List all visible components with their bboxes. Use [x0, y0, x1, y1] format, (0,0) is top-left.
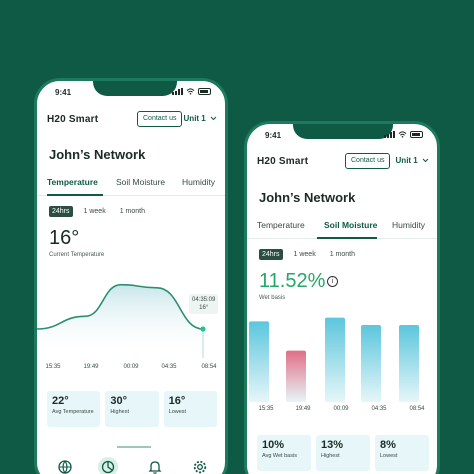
app-header: H20 Smart Contact us Unit 1 — [257, 153, 429, 171]
range-24hrs[interactable]: 24hrs — [49, 206, 73, 217]
bar[interactable] — [249, 321, 269, 402]
stat-label: Lowest — [168, 409, 187, 415]
metric-tabs: Temperature Soil Moisture Humidity — [37, 174, 225, 196]
time-range-selector: 24hrs 1 week 1 month — [49, 205, 148, 218]
tooltip-time: 04:35:09 — [192, 297, 216, 303]
active-tab-indicator — [317, 237, 377, 239]
app-brand: H20 Smart — [257, 156, 309, 167]
globe-icon[interactable] — [57, 459, 73, 474]
bar[interactable] — [399, 325, 419, 402]
time-range-selector: 24hrs 1 week 1 month — [259, 248, 358, 261]
unit-label: Unit 1 — [395, 156, 418, 165]
current-value-label: Current Temperature — [49, 252, 105, 258]
tab-soil-moisture[interactable]: Soil Moisture — [324, 220, 377, 230]
tooltip-value: 16° — [199, 305, 209, 311]
soil-moisture-bar-chart — [249, 317, 419, 402]
info-icon[interactable]: i — [327, 276, 338, 287]
stat-value: 16° — [168, 395, 186, 407]
stat-lowest: 8% Lowest — [375, 435, 429, 471]
x-tick-label: 08:54 — [409, 406, 425, 412]
battery-icon — [198, 88, 211, 95]
stat-avg: 22° Avg Temperature — [47, 391, 101, 427]
current-value: 16° — [49, 227, 80, 249]
page-title: John’s Network — [49, 147, 146, 162]
stat-value: 13% — [321, 439, 344, 451]
wifi-icon — [398, 131, 407, 138]
phone-temperature-screen: 9:41 H20 Smart Contact us Unit 1 John’s … — [34, 78, 228, 474]
stat-highest: 13% Highest — [316, 435, 370, 471]
stat-label: Avg Wet basis — [262, 453, 297, 459]
stat-value: 22° — [52, 395, 69, 407]
x-tick-label: 00:09 — [123, 364, 139, 370]
stat-label: Highest — [321, 453, 340, 459]
data-point-current[interactable] — [200, 326, 206, 332]
app-header: H20 Smart Contact us Unit 1 — [47, 111, 217, 129]
status-bar: 9:41 — [265, 131, 423, 143]
tab-temperature[interactable]: Temperature — [47, 177, 98, 187]
chevron-down-icon — [210, 116, 217, 121]
tab-humidity[interactable]: Humidity — [392, 220, 425, 230]
battery-icon — [410, 131, 423, 138]
bottom-nav — [37, 457, 225, 474]
stat-lowest: 16° Lowest — [163, 391, 217, 427]
x-tick-label: 15:35 — [258, 406, 274, 412]
x-tick-label: 04:35 — [161, 364, 177, 370]
x-tick-label: 08:54 — [201, 364, 217, 370]
nav-active-indicator — [117, 446, 151, 448]
chevron-down-icon — [422, 158, 429, 163]
bell-icon[interactable] — [147, 459, 163, 474]
x-tick-label: 19:49 — [83, 364, 99, 370]
active-tab-indicator — [47, 194, 103, 196]
current-value-label: Wet basis — [259, 295, 286, 301]
gear-icon[interactable] — [192, 459, 208, 474]
range-1-week[interactable]: 1 week — [291, 249, 319, 260]
wifi-icon — [186, 88, 195, 95]
x-tick-label: 04:35 — [371, 406, 387, 412]
unit-selector[interactable]: Unit 1 — [184, 114, 217, 123]
range-1-week[interactable]: 1 week — [81, 206, 109, 217]
signal-icon — [172, 88, 183, 95]
contact-us-button[interactable]: Contact us — [137, 111, 183, 127]
stat-label: Avg Temperature — [52, 409, 94, 415]
unit-label: Unit 1 — [183, 114, 206, 123]
stat-highest: 30° Highest — [105, 391, 159, 427]
contact-us-button[interactable]: Contact us — [345, 153, 391, 169]
stats-row: 22° Avg Temperature 30° Highest 16° Lowe… — [47, 391, 217, 427]
bar[interactable] — [286, 350, 306, 402]
signal-icon — [384, 131, 395, 138]
range-1-month[interactable]: 1 month — [327, 249, 358, 260]
chart1-x-axis: 15:35 19:49 00:09 04:35 08:54 — [45, 364, 217, 374]
app-brand: H20 Smart — [47, 114, 99, 125]
range-1-month[interactable]: 1 month — [117, 206, 148, 217]
tab-temperature[interactable]: Temperature — [257, 220, 305, 230]
bar[interactable] — [361, 325, 381, 402]
stat-label: Lowest — [380, 453, 398, 459]
status-time: 9:41 — [55, 88, 72, 97]
metric-tabs: Temperature Soil Moisture Humidity — [247, 217, 437, 239]
stat-value: 30° — [110, 395, 127, 407]
page-title: John’s Network — [259, 190, 356, 205]
x-tick-label: 19:49 — [295, 406, 311, 412]
status-time: 9:41 — [265, 131, 282, 140]
x-tick-label: 15:35 — [45, 364, 61, 370]
bar[interactable] — [325, 317, 345, 402]
status-bar: 9:41 — [55, 88, 211, 100]
tab-humidity[interactable]: Humidity — [182, 177, 215, 187]
x-tick-label: 00:09 — [333, 406, 349, 412]
stat-value: 10% — [262, 439, 285, 451]
chart-tooltip: 04:35:09 16° — [189, 294, 219, 314]
stat-avg: 10% Avg Wet basis — [257, 435, 311, 471]
chart2-x-axis: 15:35 19:49 00:09 04:35 08:54 — [257, 406, 427, 416]
dashboard-icon[interactable] — [98, 457, 118, 474]
phone-soil-moisture-screen: 9:41 H20 Smart Contact us Unit 1 John’s … — [244, 121, 440, 474]
stats-row: 10% Avg Wet basis 13% Highest 8% Lowest — [257, 435, 429, 471]
range-24hrs[interactable]: 24hrs — [259, 249, 283, 260]
stat-value: 8% — [380, 439, 396, 451]
current-value: 11.52% — [259, 270, 326, 292]
stat-label: Highest — [110, 409, 129, 415]
tab-soil-moisture[interactable]: Soil Moisture — [116, 177, 165, 187]
unit-selector[interactable]: Unit 1 — [396, 156, 429, 165]
